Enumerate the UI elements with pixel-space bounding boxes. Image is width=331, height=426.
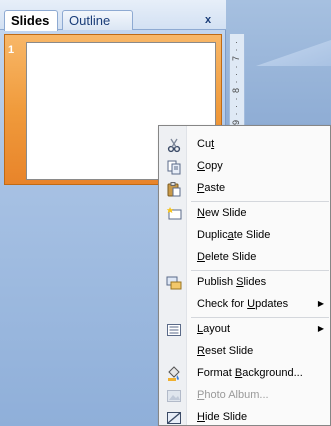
new-slide-icon [166,207,182,220]
access-key-letter: U [247,298,256,310]
access-key-letter: B [234,367,243,379]
tab-outline[interactable]: Outline [62,10,134,30]
menu-item-label: Photo Album... [197,389,269,401]
slide-number: 1 [8,44,15,56]
menu-item-label: Paste [197,182,226,194]
submenu-arrow-icon: ▶ [317,299,324,308]
copy-icon [167,160,181,175]
menu-item-label: Cut [197,138,215,150]
context-menu: Cut Copy Paste New Slide Duplicate Slide [158,125,331,426]
menu-item-paste[interactable]: Paste [161,178,330,200]
menu-item-label: Duplicate Slide [197,229,271,241]
submenu-arrow-icon: ▶ [317,324,324,333]
pane-close-button[interactable]: x [205,14,211,26]
menu-separator [191,317,329,318]
publish-slides-icon [166,276,182,290]
menu-item-delete-slide[interactable]: Delete Slide [161,247,330,269]
access-key-letter: N [197,207,205,219]
photo-album-icon [167,390,181,402]
menu-separator [191,201,329,202]
access-key-letter: P [197,389,205,401]
menu-item-new-slide[interactable]: New Slide [161,203,330,225]
access-key-letter: L [197,323,204,335]
scissors-icon [167,138,181,153]
format-background-icon [168,366,180,381]
menu-item-label: Publish Slides [197,276,267,288]
menu-item-hide-slide[interactable]: Hide Slide [161,407,330,426]
menu-item-photo-album: Photo Album... [161,385,330,407]
menu-item-label: Hide Slide [197,411,248,423]
menu-item-label: Copy [197,160,223,172]
menu-item-reset-slide[interactable]: Reset Slide [161,341,330,363]
pane-tab-bar: Slides Outline x [0,0,226,31]
menu-item-format-background[interactable]: Format Background... [161,363,330,385]
paste-icon [167,182,181,197]
access-key-letter: H [197,411,205,423]
access-key-letter: P [197,182,205,194]
access-key-letter: a [227,229,234,241]
access-key-letter: C [197,160,205,172]
menu-item-label: Delete Slide [197,251,257,263]
slide-canvas-edge [256,40,331,66]
menu-item-label: Check for Updates [197,298,289,310]
menu-item-cut[interactable]: Cut [161,134,330,156]
menu-item-label: Format Background... [197,367,303,379]
menu-item-check-for-updates[interactable]: Check for Updates ▶ [161,294,330,316]
menu-item-layout[interactable]: Layout ▶ [161,319,330,341]
layout-icon [167,324,181,336]
access-key-letter: D [197,251,205,263]
menu-item-duplicate-slide[interactable]: Duplicate Slide [161,225,330,247]
access-key-letter: t [211,138,215,150]
access-key-letter: R [197,345,205,357]
menu-item-label: Reset Slide [197,345,254,357]
menu-item-label: New Slide [197,207,247,219]
tab-slides[interactable]: Slides [4,10,59,31]
ruler-markings: 9 · · · 8 · · · 7 · · [231,40,241,125]
menu-item-copy[interactable]: Copy [161,156,330,178]
access-key-letter: S [236,276,244,288]
menu-item-label: Layout [197,323,231,335]
menu-separator [191,270,329,271]
menu-item-publish-slides[interactable]: Publish Slides [161,272,330,294]
hide-slide-icon [167,412,181,424]
